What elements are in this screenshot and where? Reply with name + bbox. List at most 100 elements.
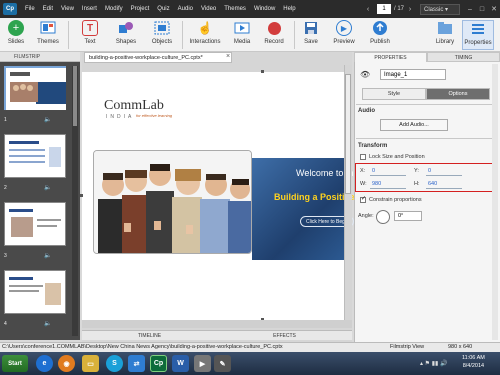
folder-icon[interactable]: ▭: [82, 355, 99, 372]
visibility-eye-icon[interactable]: 👁: [360, 70, 370, 79]
angle-value-field[interactable]: 0°: [394, 211, 422, 221]
resize-handle-left[interactable]: [80, 194, 83, 197]
y-field-underline: [426, 175, 462, 176]
lock-size-label: Lock Size and Position: [369, 154, 425, 160]
team-photo-image[interactable]: [93, 150, 252, 254]
text-button[interactable]: T Text: [78, 20, 102, 45]
constrain-proportions-checkbox[interactable]: [360, 195, 366, 203]
slide-thumbnail-3[interactable]: [4, 202, 66, 246]
properties-scrollbar[interactable]: [492, 64, 498, 340]
firefox-icon[interactable]: ◉: [58, 355, 75, 372]
angle-label: Angle:: [358, 213, 374, 219]
interactions-button[interactable]: ☝ Interactions: [188, 20, 222, 45]
shapes-button[interactable]: Shapes: [112, 20, 140, 45]
tab-properties[interactable]: PROPERTIES: [354, 52, 427, 62]
tab-effects[interactable]: EFFECTS: [217, 331, 352, 340]
resize-handle-top[interactable]: [261, 70, 264, 73]
internet-explorer-icon[interactable]: e: [36, 355, 53, 372]
filmstrip-header: FILMSTRIP: [0, 52, 80, 62]
tab-timeline[interactable]: TIMELINE: [82, 331, 217, 340]
record-label: Record: [264, 39, 284, 45]
themes-label: Themes: [37, 39, 59, 45]
commlab-logo: CommLab: [104, 98, 164, 114]
start-button[interactable]: Start: [2, 355, 28, 372]
objects-button[interactable]: Objects: [148, 20, 176, 45]
menu-window[interactable]: Window: [254, 6, 275, 12]
menu-file[interactable]: File: [25, 6, 35, 12]
object-name-field[interactable]: Image_1: [380, 69, 446, 80]
skype-icon[interactable]: S: [106, 355, 123, 372]
height-value-field[interactable]: 640: [428, 181, 437, 187]
toolbar-divider: [68, 21, 69, 49]
menu-video[interactable]: Video: [201, 6, 216, 12]
close-tab-icon[interactable]: ×: [226, 53, 230, 60]
slide-thumbnail-4[interactable]: [4, 270, 66, 314]
stage-scroll-thumb[interactable]: [345, 74, 351, 194]
menu-project[interactable]: Project: [131, 6, 150, 12]
library-button[interactable]: Library: [432, 20, 458, 45]
audio-speaker-icon: 🔈: [44, 185, 52, 191]
document-tab[interactable]: building-a-positive-workplace-culture_PC…: [84, 52, 232, 63]
themes-button[interactable]: Themes: [34, 20, 62, 45]
menu-insert[interactable]: Insert: [82, 6, 97, 12]
slide-number: 2: [4, 185, 7, 191]
y-value-field[interactable]: 0: [428, 168, 431, 174]
add-audio-button[interactable]: Add Audio...: [380, 119, 448, 131]
slide-number: 1: [4, 117, 7, 123]
next-page-icon[interactable]: ›: [404, 6, 416, 13]
play-icon: ▶: [336, 20, 352, 36]
properties-button[interactable]: Properties: [462, 20, 494, 50]
tab-timing[interactable]: TIMING: [427, 52, 500, 62]
constrain-proportions-label: Constrain proportions: [369, 197, 422, 203]
save-button[interactable]: Save: [300, 20, 322, 45]
workspace-value: Classic: [424, 6, 444, 13]
library-label: Library: [435, 39, 455, 45]
page-number-input[interactable]: 1: [376, 4, 391, 14]
clock-date: 8/4/2014: [462, 363, 485, 369]
media-icon: [234, 20, 250, 36]
prev-page-icon[interactable]: ‹: [362, 6, 374, 13]
tab-style[interactable]: Style: [362, 88, 426, 100]
file-path: C:\Users\conference1.COMMLAB\Desktop\New…: [2, 344, 283, 350]
slide-number: 3: [4, 253, 7, 259]
menu-modify[interactable]: Modify: [105, 6, 123, 12]
slides-button[interactable]: + Slides: [4, 20, 28, 45]
filmstrip-scroll-thumb[interactable]: [73, 66, 77, 126]
tools-icon[interactable]: ✎: [214, 355, 231, 372]
angle-dial[interactable]: [376, 210, 390, 224]
taskbar-clock[interactable]: 11:06 AM 8/4/2014: [462, 354, 485, 370]
menu-view[interactable]: View: [61, 6, 74, 12]
x-value-field[interactable]: 0: [372, 168, 375, 174]
width-value-field[interactable]: 980: [372, 181, 381, 187]
width-field-underline: [370, 188, 406, 189]
media-button[interactable]: Media: [230, 20, 254, 45]
media-label: Media: [233, 39, 251, 45]
hand-pointer-icon: ☝: [197, 21, 213, 35]
word-icon[interactable]: W: [172, 355, 189, 372]
maximize-icon[interactable]: □: [476, 6, 488, 13]
record-button[interactable]: Record: [262, 20, 286, 45]
menu-audio[interactable]: Audio: [178, 6, 193, 12]
stage-horizontal-scrollbar[interactable]: [82, 320, 352, 328]
properties-label: Properties: [464, 40, 492, 46]
menu-edit[interactable]: Edit: [43, 6, 53, 12]
system-tray-icons[interactable]: ▴ ⚑ ▮▮ 🔊: [420, 360, 447, 367]
slide-thumbnail-2[interactable]: [4, 134, 66, 178]
audio-speaker-icon: 🔈: [44, 253, 52, 259]
menu-quiz[interactable]: Quiz: [157, 6, 169, 12]
captivate-taskbar-icon[interactable]: Cp: [150, 355, 167, 372]
menu-help[interactable]: Help: [283, 6, 295, 12]
section-divider: [356, 138, 492, 139]
preview-button[interactable]: ▶ Preview: [330, 20, 358, 45]
slide-4-preview: [5, 271, 65, 313]
minimize-icon[interactable]: –: [464, 6, 476, 13]
network-icon[interactable]: ⇄: [128, 355, 145, 372]
media-player-icon[interactable]: ▶: [194, 355, 211, 372]
publish-button[interactable]: Publish: [366, 20, 394, 45]
menu-themes[interactable]: Themes: [224, 6, 246, 12]
slide-thumbnail-1[interactable]: [4, 66, 66, 110]
tab-options[interactable]: Options: [426, 88, 490, 100]
workspace-dropdown[interactable]: Classic ▾: [420, 3, 460, 15]
lock-size-checkbox[interactable]: [360, 154, 366, 160]
close-icon[interactable]: ✕: [488, 5, 500, 13]
